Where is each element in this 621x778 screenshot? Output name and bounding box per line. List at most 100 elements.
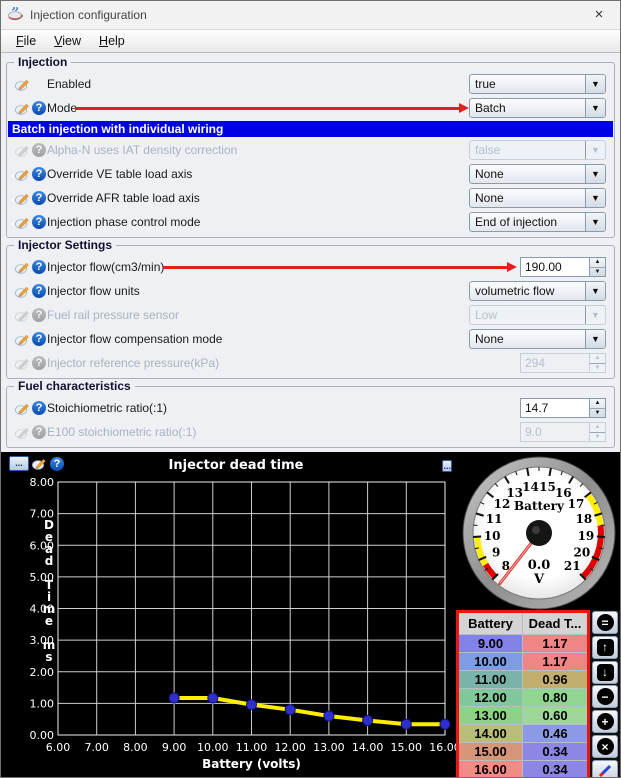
table-cell[interactable]: 0.34 — [523, 743, 587, 760]
table-cell[interactable]: 10.00 — [459, 653, 522, 670]
alpha-n-iat-dropdown: false ▼ — [469, 140, 606, 160]
override-ve-dropdown[interactable]: None ▼ — [469, 164, 606, 184]
table-cell[interactable]: 0.80 — [523, 689, 587, 706]
annotation-arrow — [163, 266, 508, 269]
svg-text:11.00: 11.00 — [236, 741, 268, 754]
dead-time-table[interactable]: BatteryDead T...9.001.1710.001.1711.000.… — [456, 610, 590, 778]
setting-label: E100 stoichiometric ratio(:1) — [47, 425, 196, 439]
help-icon[interactable]: ? — [32, 215, 46, 229]
menu-bar: File View Help — [1, 29, 620, 53]
spinner-up-icon[interactable]: ▲ — [590, 399, 605, 409]
plus-button[interactable]: + — [592, 710, 618, 733]
setting-label: Injection phase control mode — [47, 215, 200, 229]
table-cell[interactable]: 1.17 — [523, 635, 587, 652]
setting-label: Injector flow(cm3/min) — [47, 260, 164, 274]
table-cell[interactable]: 15.00 — [459, 743, 522, 760]
menu-view[interactable]: View — [45, 31, 90, 51]
setting-row-reference-pressure: ? Injector reference pressure(kPa) 294 ▲… — [13, 351, 608, 375]
mode-dropdown[interactable]: Batch ▼ — [469, 98, 606, 118]
chart-table-toggle-button[interactable]: ... — [442, 460, 452, 472]
pencil-icon — [15, 284, 30, 299]
setting-row-flow-units: ? Injector flow units volumetric flow ▼ — [13, 279, 608, 303]
spinner-down-icon[interactable]: ▼ — [590, 268, 605, 277]
help-icon[interactable]: ? — [32, 101, 46, 115]
chevron-down-icon[interactable]: ▼ — [585, 282, 605, 300]
chevron-down-icon[interactable]: ▼ — [585, 165, 605, 183]
table-cell[interactable]: 14.00 — [459, 725, 522, 742]
help-icon[interactable]: ? — [32, 191, 46, 205]
injector-flow-spinner[interactable]: 190.00 ▲▼ — [520, 257, 606, 277]
table-cell[interactable]: 16.00 — [459, 761, 522, 778]
edit-pencil-button[interactable] — [592, 760, 618, 778]
table-cell[interactable]: 0.96 — [523, 671, 587, 688]
table-cell[interactable]: 0.34 — [523, 761, 587, 778]
help-icon[interactable]: ? — [32, 167, 46, 181]
flow-compensation-dropdown[interactable]: None ▼ — [469, 329, 606, 349]
table-cell[interactable]: 0.60 — [523, 707, 587, 724]
chevron-down-icon[interactable]: ▼ — [585, 189, 605, 207]
svg-text:10: 10 — [484, 529, 501, 543]
flow-units-dropdown[interactable]: volumetric flow ▼ — [469, 281, 606, 301]
svg-text:15.00: 15.00 — [391, 741, 423, 754]
setting-row-override-afr: ? Override AFR table load axis None ▼ — [13, 186, 608, 210]
pencil-icon — [15, 143, 30, 158]
table-cell[interactable]: 13.00 — [459, 707, 522, 724]
pencil-icon — [15, 332, 30, 347]
pencil-icon — [15, 308, 30, 323]
chevron-down-icon[interactable]: ▼ — [585, 99, 605, 117]
multiply-icon: × — [597, 738, 614, 755]
help-icon[interactable]: ? — [32, 401, 46, 415]
chart-canvas[interactable]: Injector dead time0.001.002.003.004.005.… — [1, 452, 456, 778]
svg-text:e: e — [45, 614, 53, 628]
enabled-dropdown[interactable]: true ▼ — [469, 74, 606, 94]
svg-text:V: V — [533, 572, 545, 587]
arrow-down-icon: ↓ — [597, 664, 614, 681]
svg-text:s: s — [45, 650, 52, 664]
minus-button[interactable]: − — [592, 685, 618, 708]
mode-description-banner: Batch injection with individual wiring — [8, 121, 613, 137]
arrow-down-button[interactable]: ↓ — [592, 661, 618, 684]
equals-button[interactable]: = — [592, 611, 618, 634]
help-icon[interactable]: ? — [32, 284, 46, 298]
pencil-icon — [15, 401, 30, 416]
multiply-button[interactable]: × — [592, 735, 618, 758]
spinner-up-icon[interactable]: ▲ — [590, 258, 605, 268]
setting-label: Mode — [47, 101, 77, 115]
setting-row-alpha-n-iat: ? Alpha-N uses IAT density correction fa… — [13, 138, 608, 162]
table-header: Battery — [459, 613, 522, 634]
window-title: Injection configuration — [30, 8, 584, 22]
help-icon[interactable]: ? — [32, 332, 46, 346]
setting-row-override-ve: ? Override VE table load axis None ▼ — [13, 162, 608, 186]
group-title: Injection — [14, 55, 71, 69]
table-cell[interactable]: 9.00 — [459, 635, 522, 652]
svg-text:1.00: 1.00 — [30, 697, 55, 710]
table-cell[interactable]: 11.00 — [459, 671, 522, 688]
svg-text:16.00: 16.00 — [429, 741, 456, 754]
help-icon[interactable]: ? — [32, 260, 46, 274]
group-fuel-characteristics: Fuel characteristics ? Stoichiometric ra… — [6, 386, 615, 448]
spinner-down-icon: ▼ — [590, 433, 605, 442]
override-afr-dropdown[interactable]: None ▼ — [469, 188, 606, 208]
pencil-icon — [15, 425, 30, 440]
menu-file[interactable]: File — [7, 31, 45, 51]
right-column: 89101112131415161718192021Battery0.0V Ba… — [456, 452, 621, 778]
chevron-down-icon[interactable]: ▼ — [585, 213, 605, 231]
chart-options-button[interactable]: ... — [9, 456, 29, 471]
table-cell[interactable]: 12.00 — [459, 689, 522, 706]
svg-text:Battery: Battery — [514, 499, 565, 513]
chevron-down-icon[interactable]: ▼ — [585, 75, 605, 93]
table-cell[interactable]: 0.46 — [523, 725, 587, 742]
pencil-icon — [32, 456, 47, 471]
svg-text:12.00: 12.00 — [274, 741, 306, 754]
chevron-down-icon[interactable]: ▼ — [585, 330, 605, 348]
close-icon[interactable]: × — [584, 1, 614, 29]
injection-phase-dropdown[interactable]: End of injection ▼ — [469, 212, 606, 232]
spinner-down-icon[interactable]: ▼ — [590, 409, 605, 418]
setting-label: Override AFR table load axis — [47, 191, 200, 205]
help-icon[interactable]: ? — [50, 457, 64, 471]
setting-label: Override VE table load axis — [47, 167, 192, 181]
menu-help[interactable]: Help — [90, 31, 134, 51]
stoichiometric-spinner[interactable]: 14.7 ▲▼ — [520, 398, 606, 418]
arrow-up-button[interactable]: ↑ — [592, 636, 618, 659]
table-cell[interactable]: 1.17 — [523, 653, 587, 670]
